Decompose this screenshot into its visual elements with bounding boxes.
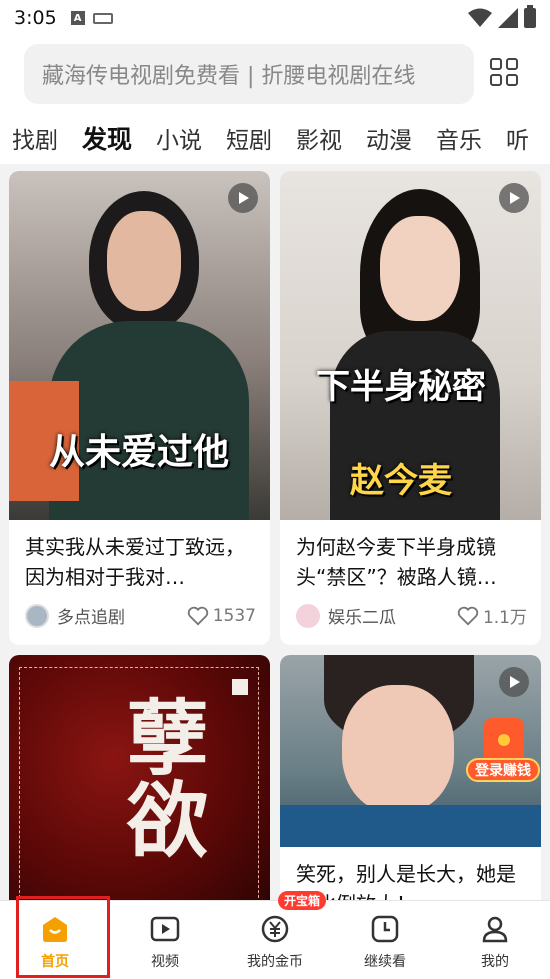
author-name[interactable]: 娱乐二瓜	[328, 603, 396, 628]
author-name[interactable]: 多点追剧	[57, 603, 125, 628]
search-input[interactable]: 藏海传电视剧免费看 | 折腰电视剧在线	[24, 44, 474, 104]
play-icon[interactable]	[499, 183, 529, 213]
coin-icon	[261, 915, 289, 943]
avatar	[296, 603, 320, 628]
tab-discover[interactable]: 发现	[82, 120, 132, 156]
card-title: 为何赵今麦下半身成镜头“禁区”？被路人镜…	[296, 535, 497, 589]
wifi-icon	[468, 8, 492, 27]
card-title: 笑死，别人是长大，她是等比例放大！	[296, 862, 516, 900]
card-footer: 多点追剧 1537	[25, 603, 256, 628]
tab-film-tv[interactable]: 影视	[296, 121, 342, 155]
treasure-chest-badge[interactable]: 开宝箱	[278, 891, 327, 910]
tab-listen[interactable]: 听	[506, 121, 529, 155]
person-costume	[280, 805, 541, 847]
heart-icon	[457, 606, 479, 625]
keyboard-icon	[92, 12, 113, 24]
video-thumbnail: 孽欲	[9, 655, 270, 900]
like-button[interactable]: 1.1万	[457, 603, 527, 628]
person-body	[49, 321, 249, 520]
status-time: 3:05	[14, 7, 57, 29]
video-card[interactable]: 从未爱过他 其实我从未爱过丁致远，因为相对于我对… 多点追剧 1537	[9, 171, 270, 645]
heart-icon	[187, 606, 208, 625]
notification-icons: A	[70, 11, 113, 25]
thumbnail-caption-top: 下半身秘密	[316, 367, 486, 407]
video-thumbnail: 从未爱过他	[9, 171, 270, 520]
avatar	[25, 603, 49, 628]
person-face	[107, 211, 181, 311]
battery-icon	[524, 5, 536, 28]
nav-label: 我的金币	[247, 954, 303, 970]
tab-find-drama[interactable]: 找剧	[12, 121, 58, 155]
video-card[interactable]: 下半身秘密 赵今麦 为何赵今麦下半身成镜头“禁区”？被路人镜… 娱乐二瓜 1.1…	[280, 171, 541, 645]
video-thumbnail: 下半身秘密 赵今麦	[280, 171, 541, 520]
nav-label: 我的	[481, 954, 509, 970]
play-icon[interactable]	[499, 667, 529, 697]
nav-label: 视频	[151, 954, 179, 970]
user-icon	[482, 916, 508, 943]
bottom-nav: 首页 视频 开宝箱 我的金币 继续看 我的	[0, 891, 550, 979]
login-reward-badge[interactable]: 登录赚钱	[466, 718, 540, 786]
play-icon[interactable]	[228, 183, 258, 213]
nav-video[interactable]: 视频	[110, 901, 220, 979]
nav-continue-watching[interactable]: 继续看	[330, 901, 440, 979]
nav-coins[interactable]: 开宝箱 我的金币	[220, 891, 330, 979]
tab-anime[interactable]: 动漫	[366, 121, 412, 155]
tab-music[interactable]: 音乐	[436, 121, 482, 155]
tab-short-drama[interactable]: 短剧	[226, 121, 272, 155]
nav-home[interactable]: 首页	[0, 901, 110, 979]
search-placeholder: 藏海传电视剧免费看 | 折腰电视剧在线	[42, 64, 416, 89]
discover-feed: 从未爱过他 其实我从未爱过丁致远，因为相对于我对… 多点追剧 1537 下半身秘…	[0, 164, 550, 900]
card-title: 其实我从未爱过丁致远，因为相对于我对…	[25, 535, 245, 589]
text-notification-icon: A	[70, 11, 85, 25]
person-face	[342, 685, 454, 813]
like-button[interactable]: 1537	[187, 606, 256, 626]
thumbnail-caption: 从未爱过他	[49, 432, 230, 473]
nav-label: 首页	[41, 954, 69, 970]
tab-novel[interactable]: 小说	[156, 121, 202, 155]
category-grid-icon[interactable]	[490, 58, 520, 88]
home-icon	[43, 917, 67, 942]
nav-profile[interactable]: 我的	[440, 901, 550, 979]
header: 藏海传电视剧免费看 | 折腰电视剧在线 找剧 发现 小说 短剧 影视 动漫 音乐…	[0, 36, 550, 164]
like-count: 1.1万	[482, 608, 527, 628]
video-card[interactable]: 孽欲	[9, 655, 270, 900]
like-count: 1537	[212, 605, 256, 626]
category-tabs: 找剧 发现 小说 短剧 影视 动漫 音乐 听	[0, 116, 550, 160]
card-footer: 娱乐二瓜 1.1万	[296, 603, 527, 628]
person-face	[380, 216, 460, 321]
poster-title: 孽欲	[112, 695, 208, 859]
video-play-icon	[150, 916, 180, 942]
nav-label: 继续看	[364, 954, 406, 970]
login-reward-label: 登录赚钱	[466, 758, 540, 782]
signal-icon	[498, 8, 518, 28]
thumbnail-caption-bottom: 赵今麦	[350, 461, 452, 501]
system-icons	[468, 5, 536, 28]
clock-icon	[371, 915, 399, 943]
status-bar: 3:05 A	[0, 0, 550, 36]
bookmark-icon[interactable]	[232, 679, 248, 695]
